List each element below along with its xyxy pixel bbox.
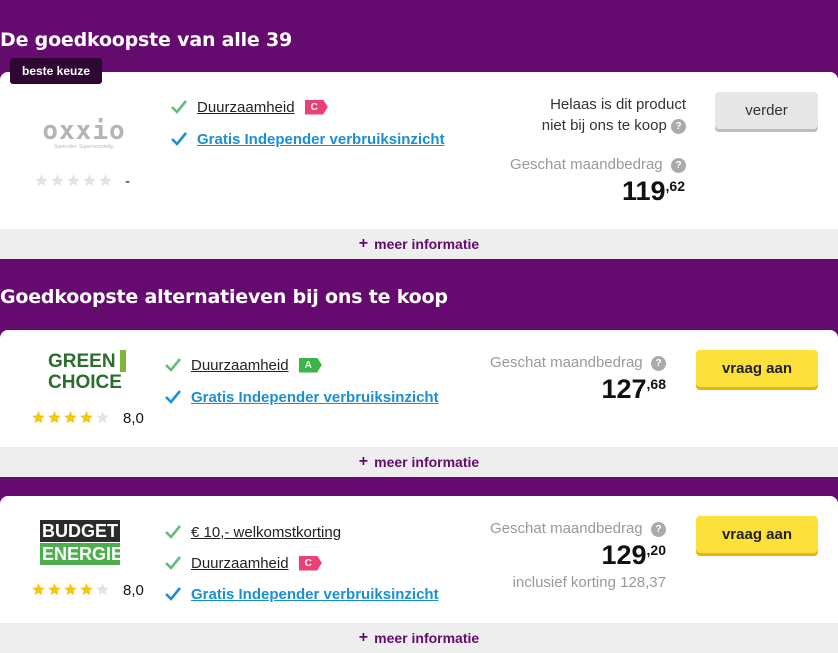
- feature-sustainability: Duurzaamheid C: [170, 98, 328, 116]
- check-icon: [165, 587, 182, 601]
- check-icon: [165, 358, 182, 372]
- star-icon: [83, 174, 96, 187]
- budgetenergie-logo: BUDGET ENERGIE: [40, 520, 124, 565]
- star-icon: [32, 583, 45, 596]
- check-icon: [171, 132, 188, 146]
- welcome-discount-link[interactable]: € 10,- welkomstkorting: [191, 524, 341, 541]
- best-choice-badge: beste keuze: [10, 58, 103, 84]
- rating-value: -: [125, 173, 130, 190]
- more-info-bar[interactable]: + meer informatie: [0, 229, 838, 259]
- star-icon: [80, 411, 93, 424]
- star-icon: [48, 411, 61, 424]
- more-info-label: meer informatie: [374, 236, 480, 252]
- product-card-budgetenergie: BUDGET ENERGIE 8,0 € 10,- welkomstkortin…: [0, 496, 838, 623]
- feature-sustainability: Duurzaamheid A: [164, 356, 322, 374]
- section-title-alternatives: Goedkoopste alternatieven bij ons te koo…: [0, 286, 448, 308]
- check-icon: [165, 556, 182, 570]
- rating-stars: [34, 173, 114, 188]
- sustainability-link[interactable]: Duurzaamheid: [191, 357, 289, 374]
- product-card-oxxio: oxxio Superslim. Supervoordelig. - Duurz…: [0, 72, 838, 229]
- insight-link[interactable]: Gratis Independer verbruiksinzicht: [191, 389, 439, 406]
- check-icon: [165, 525, 182, 539]
- star-icon: [80, 583, 93, 596]
- question-icon[interactable]: ?: [671, 118, 686, 134]
- feature-insight: Gratis Independer verbruiksinzicht: [164, 585, 439, 603]
- question-icon[interactable]: ?: [651, 355, 666, 371]
- star-icon: [96, 583, 109, 596]
- monthly-price: 127,68: [601, 374, 666, 404]
- plus-icon: +: [358, 453, 369, 470]
- feature-welcome-discount: € 10,- welkomstkorting: [164, 523, 341, 541]
- sustainability-link[interactable]: Duurzaamheid: [191, 555, 289, 572]
- sustainability-link[interactable]: Duurzaamheid: [197, 99, 295, 116]
- section-title-cheapest: De goedkoopste van alle 39: [0, 29, 293, 51]
- plus-icon: +: [358, 629, 369, 646]
- estimate-label: Geschat maandbedrag ?: [510, 156, 686, 173]
- rating-stars: [31, 410, 111, 425]
- star-icon: [48, 583, 61, 596]
- rating-stars: [31, 582, 111, 597]
- check-icon: [171, 100, 188, 114]
- question-icon[interactable]: ?: [671, 157, 686, 173]
- apply-button[interactable]: vraag aan: [696, 350, 818, 387]
- monthly-price: 129,20: [601, 540, 666, 570]
- star-icon: [64, 583, 77, 596]
- discount-note: inclusief korting 128,37: [512, 574, 666, 591]
- feature-sustainability: Duurzaamheid C: [164, 554, 322, 572]
- monthly-price: 119,62: [621, 176, 685, 206]
- feature-insight: Gratis Independer verbruiksinzicht: [170, 130, 445, 148]
- check-icon: [165, 390, 182, 404]
- star-icon: [67, 174, 80, 187]
- plus-icon: +: [358, 235, 369, 252]
- star-icon: [51, 174, 64, 187]
- apply-button[interactable]: vraag aan: [696, 516, 818, 553]
- product-card-greenchoice: GREEN CHOICE 8,0 Duurzaamheid A Gratis I…: [0, 330, 838, 447]
- energy-label-c: C: [298, 555, 322, 571]
- energy-label-c: C: [304, 99, 328, 115]
- insight-link[interactable]: Gratis Independer verbruiksinzicht: [191, 586, 439, 603]
- more-info-bar[interactable]: + meer informatie: [0, 447, 838, 477]
- more-info-label: meer informatie: [374, 630, 480, 646]
- more-info-bar[interactable]: + meer informatie: [0, 623, 838, 653]
- continue-button[interactable]: verder: [715, 92, 818, 129]
- unavailable-note: Helaas is dit product niet bij ons te ko…: [541, 96, 686, 134]
- estimate-label: Geschat maandbedrag ?: [490, 354, 666, 371]
- rating-value: 8,0: [123, 582, 144, 599]
- star-icon: [99, 174, 112, 187]
- question-icon[interactable]: ?: [651, 521, 666, 537]
- insight-link[interactable]: Gratis Independer verbruiksinzicht: [197, 131, 445, 148]
- rating-value: 8,0: [123, 410, 144, 427]
- feature-insight: Gratis Independer verbruiksinzicht: [164, 388, 439, 406]
- oxxio-logo: oxxio Superslim. Supervoordelig.: [42, 116, 126, 150]
- more-info-label: meer informatie: [374, 454, 480, 470]
- star-icon: [32, 411, 45, 424]
- greenchoice-logo: GREEN CHOICE: [48, 350, 126, 393]
- estimate-label: Geschat maandbedrag ?: [490, 520, 666, 537]
- star-icon: [96, 411, 109, 424]
- energy-label-a: A: [298, 357, 322, 373]
- star-icon: [64, 411, 77, 424]
- star-icon: [35, 174, 48, 187]
